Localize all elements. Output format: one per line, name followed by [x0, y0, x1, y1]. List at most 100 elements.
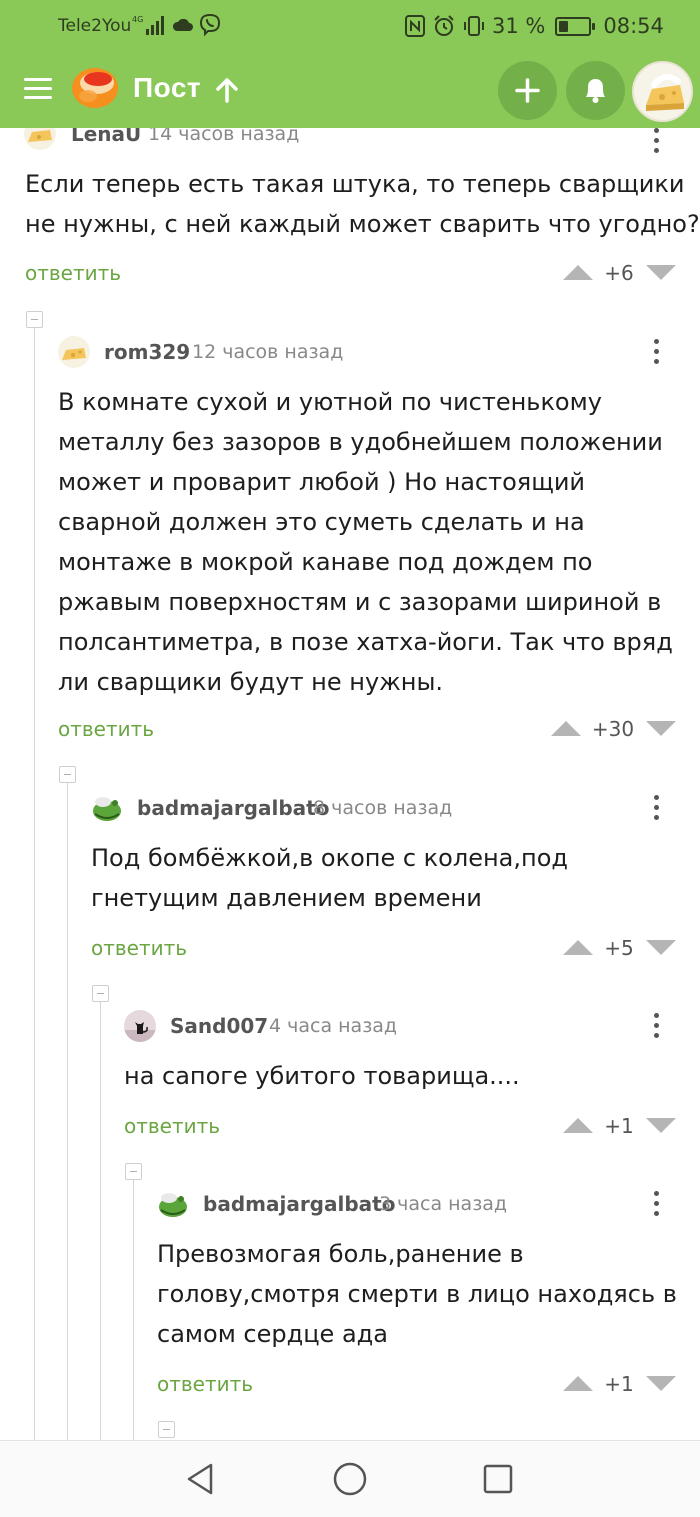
comment-avatar[interactable]: [58, 336, 90, 368]
network-type: 4G: [132, 15, 143, 24]
comment-author[interactable]: Sand007: [170, 1014, 268, 1038]
comment-time: 3 часа назад: [379, 1193, 508, 1215]
scroll-up-icon[interactable]: [214, 76, 240, 104]
cloud-icon: [172, 18, 193, 31]
comment-line: ржавым поверхностям и с зазорами шириной…: [58, 588, 662, 616]
collapse-thread-button[interactable]: [158, 1421, 175, 1438]
thread-line: [67, 783, 68, 1440]
downvote-icon[interactable]: [646, 1118, 676, 1133]
collapse-thread-button[interactable]: [125, 1163, 142, 1180]
comment-avatar[interactable]: [157, 1188, 189, 1220]
downvote-icon[interactable]: [646, 1376, 676, 1391]
comment-score: +6: [604, 261, 634, 285]
bell-icon: [586, 79, 605, 103]
frog-avatar-icon: [157, 1188, 189, 1220]
comment-line: Если теперь есть такая штука, то теперь …: [25, 170, 685, 198]
cheese-avatar-icon: [24, 128, 56, 150]
comment-line: полсантиметра, в позе хатха-йоги. Так чт…: [58, 628, 673, 656]
page-title: Пост: [133, 72, 202, 103]
battery-icon: [555, 16, 596, 36]
comment-author[interactable]: LenaU: [71, 128, 141, 146]
comment-line: не нужны, с ней каждый может сварить что…: [25, 210, 700, 238]
comment-author[interactable]: badmajargalbato: [137, 796, 329, 820]
comment-line: голову,смотря смерти в лицо находясь в: [157, 1280, 677, 1308]
upvote-icon[interactable]: [563, 265, 593, 280]
alarm-icon: [434, 15, 454, 36]
comment-author[interactable]: rom329: [104, 340, 190, 364]
comment-line: гнетущим давлением времени: [91, 884, 482, 912]
notifications-button[interactable]: [566, 61, 625, 120]
comment-time: 4 часа назад: [269, 1015, 398, 1037]
comment-author[interactable]: badmajargalbato: [203, 1192, 395, 1216]
add-icon: [515, 78, 540, 103]
comment-line: металлу без зазоров в удобнейшем положен…: [58, 428, 663, 456]
thread-line: [34, 328, 35, 1440]
cheese-avatar-icon: [646, 73, 684, 111]
home-icon[interactable]: [332, 1461, 368, 1497]
battery-level-fill: [559, 20, 569, 32]
comment-avatar[interactable]: [24, 128, 56, 150]
comment-line: может и проварит любой ) Но настоящий: [58, 468, 586, 496]
comment-score: +1: [604, 1372, 634, 1396]
pikabu-logo[interactable]: [70, 66, 120, 110]
comment-time: 8 часов назад: [313, 797, 453, 819]
thread-line: [100, 1002, 101, 1440]
comment-avatar[interactable]: [124, 1010, 156, 1042]
reply-button[interactable]: ответить: [124, 1114, 220, 1138]
more-options-icon[interactable]: [654, 339, 660, 365]
back-icon[interactable]: [184, 1461, 216, 1497]
comment-text: на сапоге убитого товарища....: [124, 1056, 520, 1096]
comment-text: Под бомбёжкой,в окопе с колена,под гнету…: [91, 838, 568, 918]
recents-icon[interactable]: [482, 1463, 514, 1495]
user-avatar[interactable]: [632, 61, 693, 122]
comment-line: ли сварщики будут не нужны.: [58, 668, 444, 696]
comment-line: В комнате сухой и уютной по чистенькому: [58, 388, 602, 416]
comment-line: Под бомбёжкой,в окопе с колена,под: [91, 844, 568, 872]
reply-button[interactable]: ответить: [157, 1372, 253, 1396]
collapse-thread-button[interactable]: [92, 985, 109, 1002]
nfc-icon: [405, 15, 425, 37]
comment-text: В комнате сухой и уютной по чистенькому …: [58, 382, 673, 702]
collapse-thread-button[interactable]: [59, 766, 76, 783]
reply-button[interactable]: ответить: [91, 936, 187, 960]
downvote-icon[interactable]: [646, 721, 676, 736]
collapse-thread-button[interactable]: [26, 311, 43, 328]
more-options-icon[interactable]: [654, 795, 660, 821]
upvote-icon[interactable]: [551, 721, 581, 736]
upvote-icon[interactable]: [563, 1118, 593, 1133]
reply-button[interactable]: ответить: [25, 261, 121, 285]
cat-avatar-icon: [124, 1010, 156, 1042]
downvote-icon[interactable]: [646, 265, 676, 280]
comment-time: 12 часов назад: [192, 341, 344, 363]
comment-avatar[interactable]: [91, 792, 123, 824]
battery-percent: 31 %: [492, 14, 546, 38]
frog-avatar-icon: [91, 792, 123, 824]
upvote-icon[interactable]: [563, 940, 593, 955]
reply-button[interactable]: ответить: [58, 717, 154, 741]
comment-text: Если теперь есть такая штука, то теперь …: [25, 164, 700, 244]
menu-icon[interactable]: [24, 76, 52, 102]
comment-score: +5: [604, 936, 634, 960]
system-nav-bar: [0, 1440, 700, 1517]
comment-line: монтаже в мокрой канаве под дождем по: [58, 548, 593, 576]
upvote-icon[interactable]: [563, 1376, 593, 1391]
comment-line: самом сердце ада: [157, 1320, 388, 1348]
viber-icon: [199, 13, 221, 37]
more-options-icon[interactable]: [654, 128, 660, 154]
more-options-icon[interactable]: [654, 1191, 660, 1217]
more-options-icon[interactable]: [654, 1013, 660, 1039]
comment-text: Превозмогая боль,ранение в голову,смотря…: [157, 1234, 677, 1354]
add-post-button[interactable]: [498, 61, 557, 120]
downvote-icon[interactable]: [646, 940, 676, 955]
comment-time: 14 часов назад: [148, 128, 300, 145]
comment-line: на сапоге убитого товарища....: [124, 1062, 520, 1090]
status-bar-right: 31 % 08:54: [404, 11, 664, 41]
comments-feed[interactable]: LenaU 14 часов назад Если теперь есть та…: [0, 128, 700, 1440]
comment-line: Превозмогая боль,ранение в: [157, 1240, 524, 1268]
vibrate-icon: [464, 16, 484, 36]
comment-score: +1: [604, 1114, 634, 1138]
clock: 08:54: [603, 14, 664, 38]
comment-score: +30: [591, 717, 635, 741]
cheese-avatar-icon: [58, 336, 90, 368]
comment-line: сварной должен это суметь сделать и на: [58, 508, 585, 536]
